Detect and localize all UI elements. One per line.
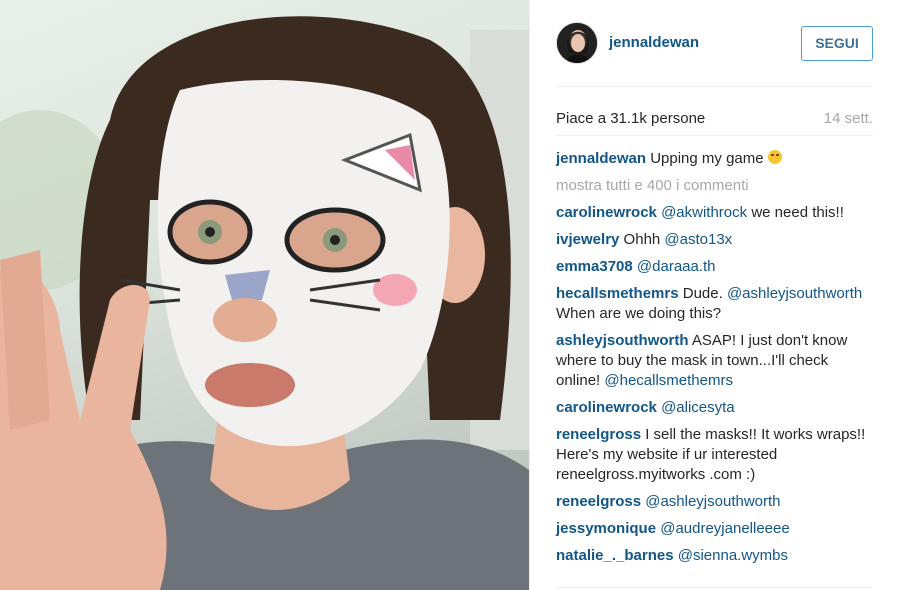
comment-text: When are we doing this? — [556, 305, 722, 322]
selfie-cat-mask-image — [0, 16, 529, 590]
comment: carolinewrock @alicesyta — [556, 398, 873, 418]
comment-mention[interactable]: @audreyjanelleeee — [660, 520, 790, 537]
comment: reneelgross @ashleyjsouthworth — [556, 492, 873, 512]
comment-list: jennaldewan Upping my game mostra tutti … — [556, 149, 873, 573]
caption: jennaldewan Upping my game — [556, 149, 873, 169]
comment-username[interactable]: hecallsmethemrs — [556, 285, 679, 302]
comment: hecallsmethemrs Dude. @ashleyjsouthworth… — [556, 284, 873, 324]
comment-mention[interactable]: @akwithrock — [661, 204, 747, 221]
comment-mention[interactable]: @asto13x — [664, 231, 732, 248]
show-all-comments-link[interactable]: mostra tutti e 400 i commenti — [556, 176, 873, 196]
comment: reneelgross I sell the masks!! It works … — [556, 425, 873, 485]
comment: carolinewrock @akwithrock we need this!! — [556, 203, 873, 223]
comment-mention[interactable]: @hecallsmethemrs — [604, 372, 733, 389]
comment-mention[interactable]: @alicesyta — [661, 399, 735, 416]
laughing-cat-emoji-icon — [767, 150, 782, 164]
comment-username[interactable]: ashleyjsouthworth — [556, 332, 689, 349]
comment-text: we need this!! — [747, 204, 844, 221]
comment-username[interactable]: natalie_._barnes — [556, 547, 674, 564]
follow-button[interactable]: SEGUI — [801, 26, 873, 61]
comment-username[interactable]: emma3708 — [556, 258, 633, 275]
comment: jessymonique @audreyjanelleeee — [556, 519, 873, 539]
caption-username[interactable]: jennaldewan — [556, 150, 646, 167]
post-timestamp[interactable]: 14 sett. — [824, 110, 873, 127]
comment-username[interactable]: reneelgross — [556, 426, 641, 443]
comment-username[interactable]: jessymonique — [556, 520, 656, 537]
post-details-panel: jennaldewan SEGUI Piace a 31.1k persone … — [529, 0, 900, 590]
comment: ashleyjsouthworth ASAP! I just don't kno… — [556, 331, 873, 391]
comment-mention[interactable]: @ashleyjsouthworth — [645, 493, 780, 510]
divider — [556, 587, 873, 588]
comment-mention[interactable]: @sienna.wymbs — [678, 547, 788, 564]
comment: natalie_._barnes @sienna.wymbs — [556, 546, 873, 566]
avatar-image — [557, 23, 597, 63]
comment-mention[interactable]: @ashleyjsouthworth — [727, 285, 862, 302]
comment: emma3708 @daraaa.th — [556, 257, 873, 277]
post-header: jennaldewan SEGUI — [556, 0, 873, 87]
likes-row: Piace a 31.1k persone 14 sett. — [556, 100, 873, 136]
comment-text: Ohhh — [619, 231, 665, 248]
post-username[interactable]: jennaldewan — [609, 34, 699, 51]
comment-text: Dude. — [678, 285, 723, 302]
comment-mention[interactable]: @daraaa.th — [637, 258, 716, 275]
comment-username[interactable]: carolinewrock — [556, 204, 657, 221]
comment-username[interactable]: ivjewelry — [556, 231, 619, 248]
avatar[interactable] — [556, 22, 598, 64]
caption-text: Upping my game — [650, 150, 764, 167]
comment-username[interactable]: reneelgross — [556, 493, 641, 510]
comment: ivjewelry Ohhh @asto13x — [556, 230, 873, 250]
comment-username[interactable]: carolinewrock — [556, 399, 657, 416]
likes-count[interactable]: Piace a 31.1k persone — [556, 110, 705, 127]
post-photo[interactable] — [0, 0, 529, 590]
